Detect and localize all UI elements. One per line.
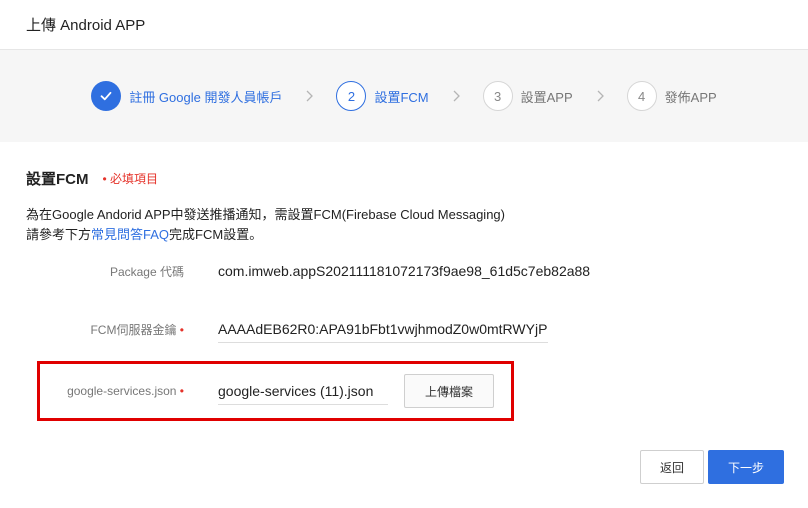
section-description: 為在Google Andorid APP中發送推播通知，需設置FCM(Fireb…	[26, 205, 782, 245]
stepper: 註冊 Google 開發人員帳戶 2 設置FCM 3 設置APP 4 發佈APP	[0, 50, 808, 142]
section-title: 設置FCM	[26, 171, 89, 188]
desc-line-2: 請參考下方常見問答FAQ完成FCM設置。	[26, 225, 782, 245]
page-title: 上傳 Android APP	[26, 17, 146, 34]
step-3: 3 設置APP	[482, 81, 573, 111]
fcm-key-input[interactable]: AAAAdEB62R0:APA91bFbt1vwjhmodZ0w0mtRWYjP	[218, 316, 548, 343]
next-button[interactable]: 下一步	[708, 450, 784, 484]
fcm-key-label: FCM伺服器金鑰 •	[0, 321, 184, 338]
chevron-right-icon	[451, 89, 461, 103]
step-4: 4 發佈APP	[626, 81, 717, 111]
step-4-number: 4	[626, 81, 657, 111]
fcm-key-label-text: FCM伺服器金鑰	[90, 322, 177, 337]
step-2-label: 設置FCM	[374, 89, 429, 105]
chevron-right-icon	[304, 89, 314, 103]
desc-prefix: 請參考下方	[26, 227, 92, 242]
step-3-label: 設置APP	[520, 89, 573, 105]
chevron-right-icon	[595, 89, 605, 103]
highlight-box	[37, 361, 514, 421]
required-note: • 必填項目	[102, 172, 159, 186]
fcm-section: 設置FCM • 必填項目 為在Google Andorid APP中發送推播通知…	[0, 168, 808, 245]
desc-line-1: 為在Google Andorid APP中發送推播通知，需設置FCM(Fireb…	[26, 207, 505, 222]
faq-link[interactable]: 常見問答FAQ	[91, 227, 169, 242]
step-1: 註冊 Google 開發人員帳戶	[91, 81, 282, 111]
package-label: Package 代碼	[109, 264, 184, 279]
step-4-label: 發佈APP	[664, 89, 717, 105]
step-3-number: 3	[482, 81, 513, 111]
required-dot: •	[179, 322, 184, 337]
back-button[interactable]: 返回	[640, 450, 704, 484]
check-icon	[91, 81, 122, 111]
step-2: 2 設置FCM	[336, 81, 429, 111]
step-2-number: 2	[336, 81, 367, 111]
package-value: com.imweb.appS202111181072173f9ae98_61d5…	[218, 263, 591, 279]
step-1-label: 註冊 Google 開發人員帳戶	[129, 89, 283, 105]
fcm-key-row: FCM伺服器金鑰 • AAAAdEB62R0:APA91bFbt1vwjhmod…	[0, 314, 808, 344]
desc-suffix: 完成FCM設置。	[169, 227, 263, 242]
page-header: 上傳 Android APP	[0, 0, 808, 50]
package-row: Package 代碼 com.imweb.appS202111181072173…	[0, 256, 808, 286]
